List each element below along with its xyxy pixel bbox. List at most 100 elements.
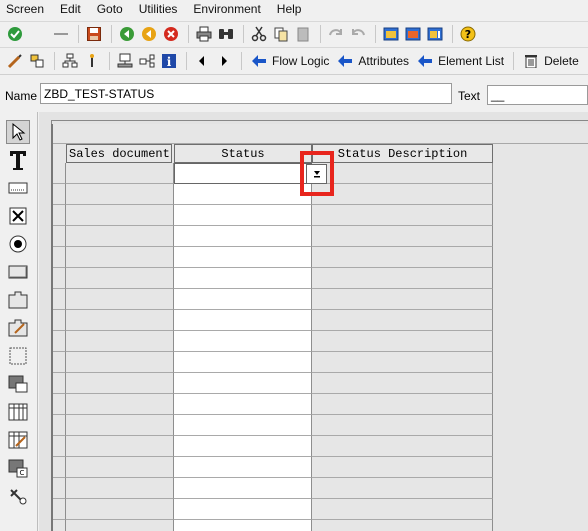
status-input-cell[interactable] [174, 310, 312, 331]
sales-document-cell[interactable] [66, 268, 174, 289]
status-description-cell[interactable] [312, 394, 493, 415]
sales-document-cell[interactable] [66, 205, 174, 226]
status-input-cell[interactable] [174, 205, 312, 226]
name-field[interactable]: ZBD_TEST-STATUS [40, 83, 452, 104]
status-description-cell[interactable] [312, 520, 493, 531]
save-icon[interactable] [84, 24, 104, 44]
status-description-cell[interactable] [312, 457, 493, 478]
status-description-cell[interactable] [312, 247, 493, 268]
text-field-icon[interactable] [6, 148, 30, 172]
command-field-icon[interactable] [51, 24, 71, 44]
menu-help[interactable]: Help [277, 2, 302, 16]
status-input-cell[interactable] [174, 352, 312, 373]
sales-document-cell[interactable] [66, 331, 174, 352]
next-icon[interactable] [214, 51, 234, 71]
hierarchy-icon[interactable] [60, 51, 80, 71]
status-input-cell[interactable] [174, 394, 312, 415]
status-input-cell[interactable] [174, 436, 312, 457]
sales-document-cell[interactable] [66, 436, 174, 457]
menu-environment[interactable]: Environment [193, 2, 260, 16]
cancel-icon[interactable] [161, 24, 181, 44]
sales-document-cell[interactable] [66, 184, 174, 205]
status-description-cell[interactable] [312, 499, 493, 520]
paste-icon[interactable] [293, 24, 313, 44]
sales-document-cell[interactable] [66, 394, 174, 415]
enter-icon[interactable] [5, 24, 25, 44]
sales-document-cell[interactable] [66, 163, 174, 184]
push-button-icon[interactable] [6, 260, 30, 284]
checkbox-icon[interactable] [6, 204, 30, 228]
window-icon[interactable] [381, 24, 401, 44]
row-selector-cell[interactable] [53, 226, 66, 247]
sales-document-cell[interactable] [66, 310, 174, 331]
tabstrip-icon[interactable] [6, 288, 30, 312]
status-input-cell[interactable] [174, 163, 312, 184]
status-description-cell[interactable] [312, 310, 493, 331]
status-input-cell[interactable] [174, 268, 312, 289]
network-icon[interactable] [115, 51, 135, 71]
status-input-cell[interactable] [174, 184, 312, 205]
activate-icon[interactable] [27, 51, 47, 71]
layout-icon[interactable] [403, 24, 423, 44]
status-description-cell[interactable] [312, 415, 493, 436]
object-list-icon[interactable] [137, 51, 157, 71]
status-description-cell[interactable] [312, 478, 493, 499]
sales-document-cell[interactable] [66, 520, 174, 531]
status-input-cell[interactable] [174, 520, 312, 531]
sales-document-cell[interactable] [66, 289, 174, 310]
sales-document-cell[interactable] [66, 226, 174, 247]
status-input-cell[interactable] [174, 247, 312, 268]
row-selector-cell[interactable] [53, 394, 66, 415]
attributes-button[interactable]: Attributes [333, 51, 413, 71]
row-selector-cell[interactable] [53, 268, 66, 289]
column-header-status[interactable]: Status [174, 144, 312, 163]
sales-document-cell[interactable] [66, 415, 174, 436]
sales-document-cell[interactable] [66, 352, 174, 373]
column-header-status-description[interactable]: Status Description [312, 144, 493, 163]
status-description-cell[interactable] [312, 226, 493, 247]
sales-document-cell[interactable] [66, 373, 174, 394]
row-selector-cell[interactable] [53, 310, 66, 331]
row-selector-cell[interactable] [53, 247, 66, 268]
status-description-cell[interactable] [312, 289, 493, 310]
status-input-cell[interactable] [174, 226, 312, 247]
row-selector-cell[interactable] [53, 478, 66, 499]
radio-button-icon[interactable] [6, 232, 30, 256]
change-display-icon[interactable] [5, 51, 25, 71]
status-description-cell[interactable] [312, 268, 493, 289]
menu-goto[interactable]: Goto [97, 2, 123, 16]
sales-document-cell[interactable] [66, 478, 174, 499]
row-selector-cell[interactable] [53, 352, 66, 373]
undo-icon[interactable] [326, 24, 346, 44]
exit-icon[interactable] [139, 24, 159, 44]
status-description-cell[interactable] [312, 352, 493, 373]
cut-icon[interactable] [249, 24, 269, 44]
copy-icon[interactable] [271, 24, 291, 44]
subscreen-icon[interactable] [6, 372, 30, 396]
flow-logic-button[interactable]: Flow Logic [247, 51, 333, 71]
tabstrip-wizard-icon[interactable] [6, 316, 30, 340]
info-icon[interactable]: i [159, 51, 179, 71]
custom-control-icon[interactable]: C [6, 456, 30, 480]
status-icon[interactable] [6, 484, 30, 508]
row-selector-cell[interactable] [53, 436, 66, 457]
pointer-icon[interactable] [6, 120, 30, 144]
status-input-cell[interactable] [174, 331, 312, 352]
print-icon[interactable] [194, 24, 214, 44]
previous-icon[interactable] [192, 51, 212, 71]
redo-icon[interactable] [348, 24, 368, 44]
row-selector-cell[interactable] [53, 331, 66, 352]
sales-document-cell[interactable] [66, 499, 174, 520]
status-input-cell[interactable] [174, 373, 312, 394]
status-input-cell[interactable] [174, 415, 312, 436]
back-icon[interactable] [117, 24, 137, 44]
table-wizard-icon[interactable] [6, 428, 30, 452]
column-header-sales-document[interactable]: Sales document [66, 144, 172, 163]
row-selector-cell[interactable] [53, 205, 66, 226]
find-icon[interactable] [216, 24, 236, 44]
help-icon[interactable]: ? [458, 24, 478, 44]
text-field[interactable]: __ [487, 85, 588, 105]
input-field-icon[interactable] [6, 176, 30, 200]
row-selector-cell[interactable] [53, 163, 66, 184]
menu-utilities[interactable]: Utilities [139, 2, 178, 16]
